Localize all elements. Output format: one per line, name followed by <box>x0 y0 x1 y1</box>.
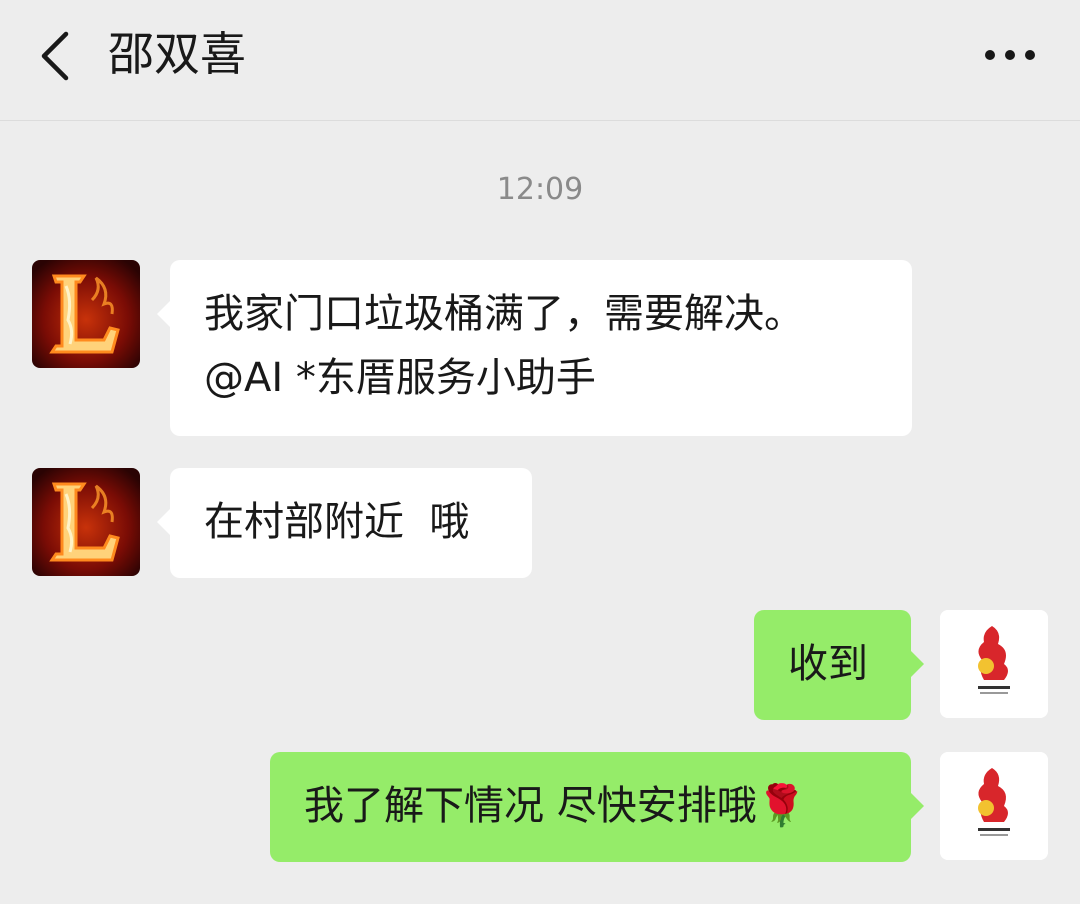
message-text-line: 我家门口垃圾桶满了，需要解决。 <box>204 291 804 337</box>
fire-letter-l-avatar-icon <box>32 468 140 576</box>
party-emblem-avatar-icon <box>940 752 1048 860</box>
message-text-line: 在村部附近 哦 <box>204 499 470 545</box>
fire-letter-l-avatar-icon <box>32 260 140 368</box>
chat-title[interactable]: 邵双喜 <box>108 24 246 84</box>
back-chevron-icon[interactable] <box>30 26 80 86</box>
outgoing-message-bubble[interactable]: 收到 <box>754 610 924 720</box>
my-avatar[interactable] <box>940 610 1048 718</box>
message-text-line: 我了解下情况 尽快安排哦🌹 <box>304 774 911 838</box>
bubble-tail <box>910 792 924 820</box>
my-avatar[interactable] <box>940 752 1048 860</box>
bubble-tail <box>157 300 171 328</box>
contact-avatar[interactable] <box>32 468 140 576</box>
incoming-message-bubble[interactable]: 我家门口垃圾桶满了，需要解决。 @AI *东厝服务小助手 <box>157 260 912 436</box>
more-options-icon[interactable] <box>980 40 1040 70</box>
outgoing-message-bubble[interactable]: 我了解下情况 尽快安排哦🌹 <box>270 752 924 862</box>
bubble-tail <box>910 650 924 678</box>
message-timestamp: 12:09 <box>496 172 584 207</box>
message-text-line: 收到 <box>788 641 868 687</box>
message-text: 我了解下情况 尽快安排哦 <box>304 783 757 829</box>
message-text-line: @AI *东厝服务小助手 <box>204 355 596 401</box>
contact-avatar[interactable] <box>32 260 140 368</box>
party-emblem-avatar-icon <box>940 610 1048 718</box>
incoming-message-bubble[interactable]: 在村部附近 哦 <box>157 468 532 578</box>
chat-header: 邵双喜 <box>0 0 1080 121</box>
bubble-tail <box>157 508 171 536</box>
rose-emoji-icon: 🌹 <box>756 783 807 829</box>
